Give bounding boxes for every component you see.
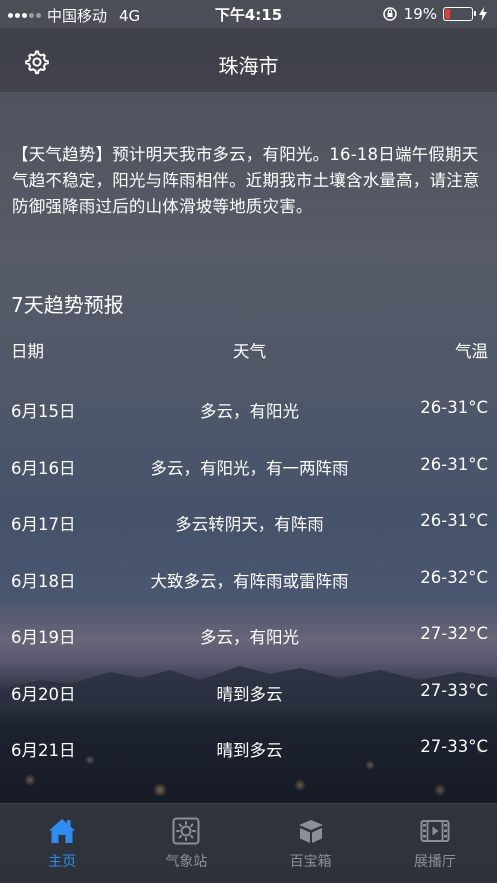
forecast-row: 6月20日 晴到多云 27-33°C: [0, 681, 497, 738]
tab-bar: 主页 气象站 百宝箱 展播厅: [0, 803, 497, 883]
forecast-row: 6月17日 多云转阴天，有阵雨 26-31°C: [0, 511, 497, 568]
city-title: 珠海市: [218, 54, 279, 78]
box-icon: [298, 820, 323, 843]
forecast-row: 6月19日 多云，有阳光 27-32°C: [0, 624, 497, 681]
forecast-temp: 26-31°C: [420, 454, 488, 474]
tab-label: 气象站: [165, 854, 208, 870]
forecast-temp: 26-31°C: [420, 398, 488, 417]
app-header: 珠海市: [0, 28, 497, 92]
battery-percent: 19%: [403, 5, 437, 23]
forecast-temp: 27-33°C: [420, 737, 488, 756]
sun-icon: [172, 817, 200, 845]
orientation-lock-icon: [382, 7, 397, 21]
forecast-row: 6月16日 多云，有阳光，有一两阵雨 26-31°C: [0, 455, 497, 512]
forecast-table: 日期 天气 气温 6月15日 多云，有阳光 26-31°C 6月16日 多云，有…: [0, 338, 497, 794]
forecast-header-row: 日期 天气 气温: [0, 338, 497, 398]
tab-label: 百宝箱: [289, 854, 332, 870]
tab-weather-station[interactable]: 气象站: [124, 804, 248, 883]
forecast-temp: 26-31°C: [420, 511, 488, 530]
charging-bolt-icon: [479, 7, 487, 21]
tab-showroom[interactable]: 展播厅: [373, 804, 497, 883]
home-icon: [49, 819, 76, 843]
forecast-temp: 27-32°C: [420, 624, 488, 643]
header-temp: 气温: [455, 342, 488, 361]
film-icon: [420, 820, 450, 842]
forecast-temp: 26-32°C: [420, 567, 488, 587]
forecast-row: 6月15日 多云，有阳光 26-31°C: [0, 398, 497, 455]
status-bar: 中国移动 4G 下午4:15 19%: [0, 0, 497, 28]
tab-home[interactable]: 主页: [0, 804, 124, 883]
forecast-row: 6月18日 大致多云，有阵雨或雷阵雨 26-32°C: [0, 568, 497, 625]
forecast-row: 6月21日 晴到多云 27-33°C: [0, 737, 497, 794]
tab-label: 展播厅: [413, 854, 456, 870]
forecast-temp: 27-33°C: [420, 680, 488, 700]
header-weather: 天气: [233, 342, 266, 361]
forecast-title: 7天趋势预报: [11, 293, 124, 317]
tab-label: 主页: [48, 854, 77, 870]
weather-trend-text: 【天气趋势】预计明天我市多云，有阳光。16-18日端午假期天气趋不稳定，阳光与阵…: [12, 145, 480, 216]
tab-toolbox[interactable]: 百宝箱: [249, 804, 373, 883]
battery-icon: [443, 7, 476, 21]
